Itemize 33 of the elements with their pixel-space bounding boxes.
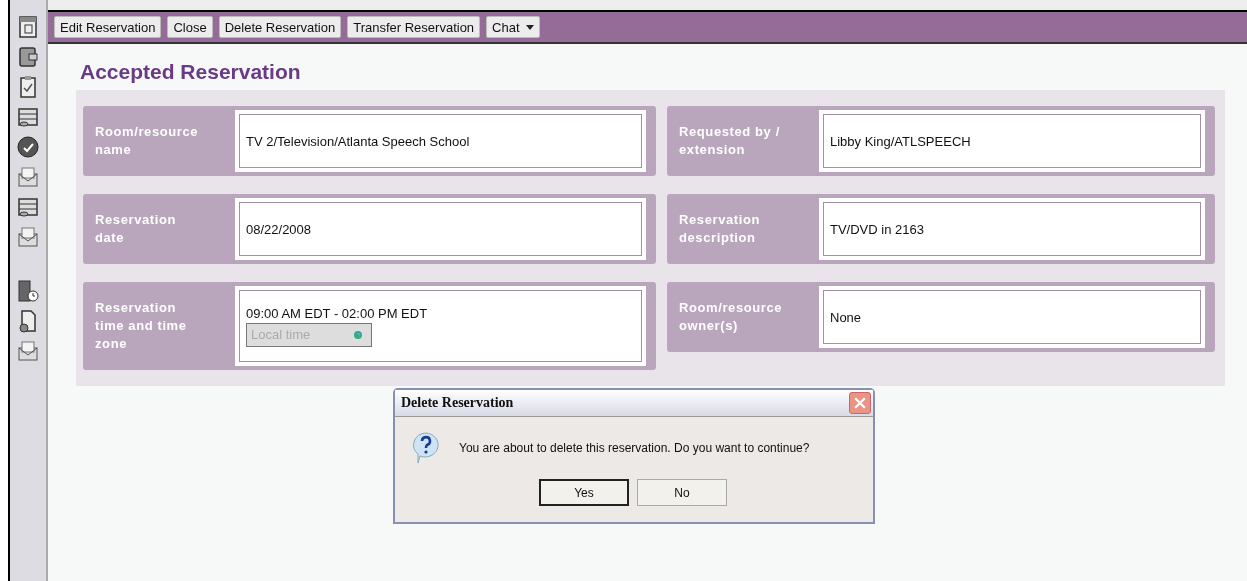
page-title: Accepted Reservation [79, 59, 302, 85]
dialog-message: You are about to delete this reservation. Do you want to continue? [459, 441, 810, 455]
field-label: Room/resource name [94, 123, 199, 159]
field-label: Reservation date [94, 211, 178, 247]
caret-icon [525, 24, 534, 30]
dialog-button[interactable]: Yes [539, 479, 629, 506]
field-value: 08/22/2008 [246, 221, 313, 237]
wallet-icon[interactable] [16, 44, 40, 70]
envelope-icon[interactable] [16, 164, 40, 190]
globe-check-icon[interactable] [16, 134, 40, 160]
field-value: TV 2/Television/Atlanta Speech School [246, 133, 471, 149]
envelope-icon[interactable] [16, 224, 40, 250]
field-label: Reservation description [678, 211, 762, 247]
dialog-title: Delete Reservation [401, 395, 514, 411]
field-value: 09:00 AM EDT - 02:00 PM EDT [246, 305, 429, 321]
globe-icon [353, 329, 363, 340]
field-label: Reservation time and time zone [94, 299, 188, 353]
question-icon [411, 431, 441, 465]
field-label: Requested by / extension [678, 123, 781, 159]
toolbar-button[interactable]: Close [167, 16, 213, 38]
door-clock-icon[interactable] [16, 278, 40, 304]
field-value: None [830, 309, 863, 325]
field-value: TV/DVD in 2163 [830, 221, 925, 237]
toolbar-button[interactable]: Transfer Reservation [347, 16, 481, 38]
field-value: Libby King/ATLSPEECH [830, 133, 972, 149]
envelope-icon[interactable] [16, 338, 40, 364]
close-icon [854, 397, 866, 409]
toolbar-button[interactable]: Edit Reservation [54, 16, 162, 38]
field-label: Room/resource owner(s) [678, 299, 783, 335]
dialog-button[interactable]: No [637, 479, 727, 506]
close-button[interactable] [849, 392, 871, 414]
toolbar-button[interactable]: Delete Reservation [218, 16, 342, 38]
chat-menu-button[interactable]: Chat [486, 16, 540, 38]
